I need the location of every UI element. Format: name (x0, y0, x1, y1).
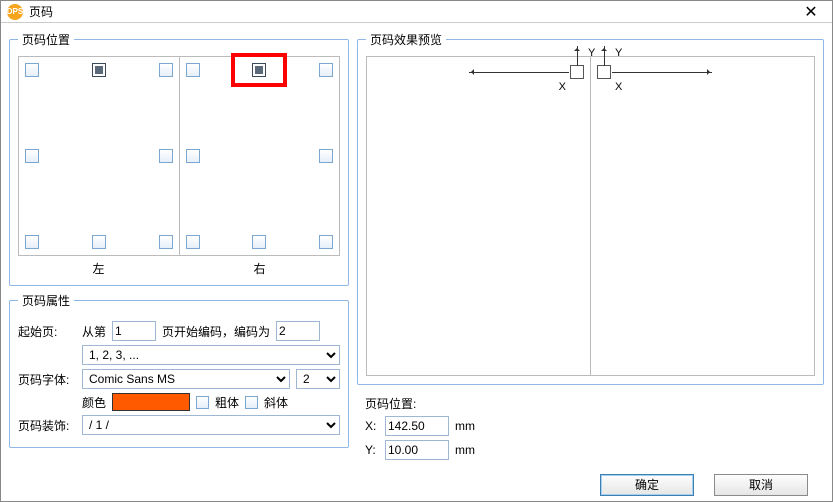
ok-button[interactable]: 确定 (600, 474, 694, 496)
cancel-button[interactable]: 取消 (714, 474, 808, 496)
y-value-input[interactable] (385, 440, 449, 460)
pos-right-bottom-left[interactable] (186, 235, 200, 249)
decor-select[interactable]: / 1 / (82, 415, 340, 435)
from-text: 从第 (82, 323, 106, 340)
marker-square-icon (597, 65, 611, 79)
number-style-select[interactable]: 1, 2, 3, ... (82, 345, 340, 365)
start-label: 起始页: (18, 323, 76, 340)
pos-left-bottom-center[interactable] (92, 235, 106, 249)
after-text: 页开始编码，编码为 (162, 323, 270, 340)
decor-label: 页码装饰: (18, 417, 76, 434)
position-values: 页码位置: X: mm Y: mm (365, 395, 824, 464)
pos-left-middle-left[interactable] (25, 149, 39, 163)
row-font: 页码字体: Comic Sans MS 20 (18, 369, 340, 389)
color-label: 颜色 (82, 394, 106, 411)
font-size-select[interactable]: 20 (296, 369, 340, 389)
pos-right-top-right[interactable] (319, 63, 333, 77)
x-unit: mm (455, 419, 475, 433)
dialog-page-number: DPS 页码 ✕ 页码位置 (0, 0, 833, 502)
italic-label: 斜体 (264, 394, 288, 411)
pos-left-top-left[interactable] (25, 63, 39, 77)
row-decor: 页码装饰: / 1 / (18, 415, 340, 435)
arrow-x-icon (469, 72, 569, 73)
marker-square-icon (570, 65, 584, 79)
bold-label: 粗体 (215, 394, 239, 411)
title-bar: DPS 页码 ✕ (1, 1, 832, 23)
row-y: Y: mm (365, 440, 824, 460)
preview-right-page: Y X (590, 56, 815, 376)
pos-left-middle-right[interactable] (159, 149, 173, 163)
group-properties-legend: 页码属性 (18, 292, 74, 309)
group-preview-legend: 页码效果预览 (366, 31, 446, 48)
pos-left-top-center[interactable] (92, 63, 106, 77)
window-title: 页码 (29, 3, 796, 20)
pos-right-bottom-right[interactable] (319, 235, 333, 249)
close-icon[interactable]: ✕ (796, 2, 826, 22)
row-number-style: 1, 2, 3, ... (82, 345, 340, 365)
position-values-label: 页码位置: (365, 395, 824, 412)
pos-right-middle-left[interactable] (186, 149, 200, 163)
x-label: X: (365, 419, 379, 433)
dialog-body: 页码位置 (1, 23, 832, 472)
axis-x-label: X (559, 81, 566, 93)
page-labels: 左 右 (18, 260, 340, 277)
y-label: Y: (365, 443, 379, 457)
pos-left-top-right[interactable] (159, 63, 173, 77)
left-page-label: 左 (18, 260, 179, 277)
right-page-grid (179, 56, 341, 256)
arrow-y-icon (604, 46, 605, 66)
pos-right-middle-right[interactable] (319, 149, 333, 163)
pos-left-bottom-right[interactable] (159, 235, 173, 249)
font-name-select[interactable]: Comic Sans MS (82, 369, 290, 389)
pos-right-top-center[interactable] (252, 63, 266, 77)
pos-right-bottom-center[interactable] (252, 235, 266, 249)
preview-left-marker: Y X (570, 65, 584, 79)
preview-left-page: Y X (366, 56, 590, 376)
preview-right-marker: Y X (597, 65, 611, 79)
font-label: 页码字体: (18, 371, 76, 388)
bold-checkbox[interactable] (196, 396, 209, 409)
pos-right-top-left[interactable] (186, 63, 200, 77)
color-swatch[interactable] (112, 393, 190, 411)
row-color: 颜色 粗体 斜体 (82, 393, 340, 411)
group-properties: 页码属性 起始页: 从第 页开始编码，编码为 1, 2, 3, ... 页码字体… (9, 292, 349, 448)
pos-left-bottom-left[interactable] (25, 235, 39, 249)
group-preview: 页码效果预览 Y X (357, 31, 824, 385)
start-page-input[interactable] (112, 321, 156, 341)
left-column: 页码位置 (9, 31, 349, 464)
arrow-y-icon (577, 46, 578, 66)
start-code-input[interactable] (276, 321, 320, 341)
y-unit: mm (455, 443, 475, 457)
row-x: X: mm (365, 416, 824, 436)
dialog-footer: 确定 取消 (1, 472, 832, 501)
group-position-legend: 页码位置 (18, 31, 74, 48)
italic-checkbox[interactable] (245, 396, 258, 409)
axis-x-label: X (615, 81, 622, 93)
group-position: 页码位置 (9, 31, 349, 286)
app-icon: DPS (7, 4, 23, 20)
left-page-grid (18, 56, 179, 256)
preview-area: Y X Y X (366, 56, 815, 376)
right-column: 页码效果预览 Y X (357, 31, 824, 464)
arrow-x-icon (612, 72, 712, 73)
axis-y-label: Y (615, 47, 622, 59)
position-area (18, 56, 340, 256)
x-value-input[interactable] (385, 416, 449, 436)
row-start: 起始页: 从第 页开始编码，编码为 (18, 321, 340, 341)
right-page-label: 右 (179, 260, 340, 277)
